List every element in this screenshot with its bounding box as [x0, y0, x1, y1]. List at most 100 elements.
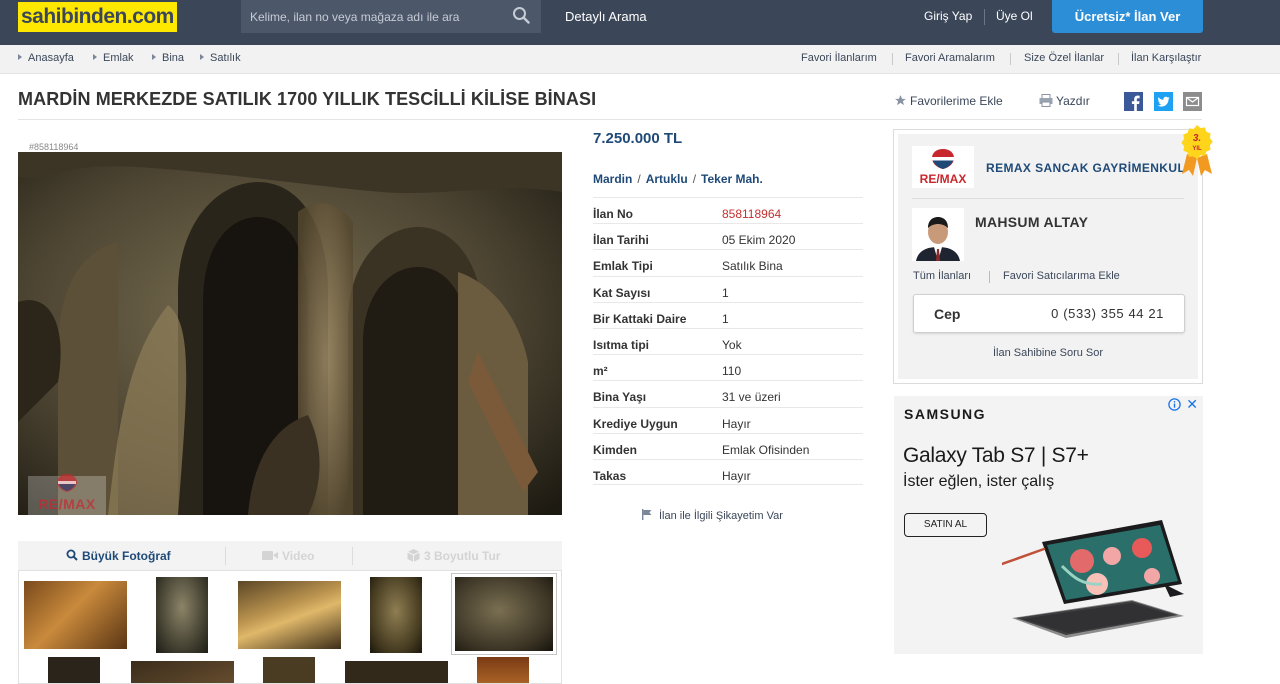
search-input[interactable] [241, 0, 501, 33]
login-link[interactable]: Giriş Yap [924, 9, 972, 23]
add-favorite-link[interactable]: Favorilerime Ekle [894, 94, 1003, 108]
ad-buy-button[interactable]: SATIN AL [904, 513, 987, 537]
thumbnail[interactable] [156, 577, 208, 653]
search-icon[interactable] [512, 6, 530, 24]
detail-row: Krediye Uygun Hayır [593, 406, 863, 433]
thumbnail[interactable] [345, 661, 448, 683]
divider [352, 547, 353, 565]
compare-listings-link[interactable]: İlan Karşılaştır [1131, 52, 1201, 64]
detail-row: Kat Sayısı 1 [593, 275, 863, 302]
complaint-label: İlan ile İlgili Şikayetim Var [659, 510, 783, 522]
location-district-link[interactable]: Artuklu [646, 172, 688, 186]
site-logo[interactable]: sahibinden.com [18, 2, 177, 32]
divider [1118, 53, 1119, 65]
detail-row: m² 110 [593, 354, 863, 380]
thumbnail-selected[interactable] [451, 573, 557, 655]
close-icon[interactable]: ✕ [1186, 396, 1198, 413]
phone-label: Cep [934, 306, 961, 322]
thumbnail[interactable] [238, 581, 341, 649]
complaint-link[interactable]: İlan ile İlgili Şikayetim Var [641, 509, 783, 522]
tab-video-label: Video [282, 549, 315, 563]
print-link[interactable]: Yazdır [1039, 94, 1090, 108]
detail-value: 31 ve üzeri [722, 390, 781, 405]
thumbnail[interactable] [370, 577, 422, 653]
seller-card-inner: RE/MAX REMAX SANCAK GAYRİMENKUL MAHSUM A… [898, 134, 1198, 379]
thumbnail[interactable] [131, 661, 234, 683]
breadcrumb-item[interactable]: Emlak [93, 52, 134, 64]
phone-number: 0 (533) 355 44 21 [1051, 306, 1164, 321]
chevron-right-icon [200, 54, 204, 60]
register-link[interactable]: Üye Ol [996, 9, 1033, 23]
seller-firm-name[interactable]: REMAX SANCAK GAYRİMENKUL [986, 161, 1185, 175]
avatar [912, 208, 964, 261]
thumbnail[interactable] [24, 581, 127, 649]
listing-price: 7.250.000 TL [593, 130, 683, 147]
breadcrumb-item[interactable]: Satılık [200, 52, 241, 64]
info-icon[interactable] [1168, 398, 1181, 411]
thumbnail[interactable] [48, 657, 100, 683]
detailed-search-link[interactable]: Detaylı Arama [565, 9, 647, 24]
remax-logo[interactable]: RE/MAX [912, 146, 974, 188]
phone-box[interactable]: Cep 0 (533) 355 44 21 [913, 294, 1185, 333]
membership-badge: 3. YIL [1181, 125, 1213, 176]
special-listings-link[interactable]: Size Özel İlanlar [1024, 52, 1104, 64]
flag-icon [642, 509, 652, 520]
tab-large-photo-label: Büyük Fotoğraf [82, 549, 171, 563]
ad-brand: SAMSUNG [904, 406, 987, 422]
detail-key: Isıtma tipi [593, 337, 650, 352]
thumbnail[interactable] [477, 657, 529, 683]
badge-year: 3. [1193, 133, 1201, 144]
breadcrumb-label: Anasayfa [28, 52, 74, 64]
breadcrumb-label: Bina [162, 52, 185, 64]
divider [984, 9, 985, 25]
detail-row: Takas Hayır [593, 458, 863, 486]
location-neighborhood-link[interactable]: Teker Mah. [701, 172, 763, 186]
detail-value: 1 [722, 311, 729, 326]
thumbnail-image [455, 577, 553, 651]
main-photo[interactable]: RE/MAX [18, 152, 562, 515]
listing-id-label: #858118964 [29, 142, 79, 152]
facebook-icon[interactable] [1124, 92, 1143, 111]
tab-video[interactable]: Video [262, 549, 314, 563]
divider [1010, 53, 1011, 65]
advertisement[interactable]: SAMSUNG ✕ Galaxy Tab S7 | S7+ İster eğle… [894, 396, 1203, 654]
favorite-searches-link[interactable]: Favori Aramalarım [905, 52, 995, 64]
detail-key: İlan Tarihi [593, 233, 649, 248]
divider [18, 119, 1202, 120]
seller-card: RE/MAX REMAX SANCAK GAYRİMENKUL MAHSUM A… [893, 129, 1203, 384]
ad-product: Galaxy Tab S7 | S7+ [903, 444, 1089, 467]
chevron-right-icon [18, 54, 22, 60]
agent-name: MAHSUM ALTAY [975, 214, 1089, 230]
detail-value: Satılık Bina [722, 259, 783, 274]
detail-key: Kimden [593, 442, 638, 457]
all-listings-link[interactable]: Tüm İlanları [913, 270, 971, 282]
favorite-listings-link[interactable]: Favori İlanlarım [801, 52, 877, 64]
ask-seller-link[interactable]: İlan Sahibine Soru Sor [898, 347, 1198, 359]
watermark-text: RE/MAX [38, 496, 96, 512]
mail-icon[interactable] [1183, 92, 1202, 111]
divider [892, 53, 893, 65]
add-favorite-seller-link[interactable]: Favori Satıcılarıma Ekle [1003, 270, 1120, 282]
detail-row: Isıtma tipi Yok [593, 327, 863, 354]
add-favorite-label: Favorilerime Ekle [910, 94, 1003, 108]
thumbnail-strip [18, 571, 562, 684]
post-ad-button[interactable]: Ücretsiz* İlan Ver [1052, 0, 1203, 33]
detail-value: Hayır [722, 416, 751, 431]
breadcrumb-item[interactable]: Bina [152, 52, 184, 64]
detail-key: Bir Kattaki Daire [593, 311, 687, 326]
video-camera-icon [262, 551, 278, 560]
watermark: RE/MAX [28, 474, 106, 511]
tab-large-photo[interactable]: Büyük Fotoğraf [66, 549, 171, 563]
detail-row: Bina Yaşı 31 ve üzeri [593, 380, 863, 406]
detail-key: m² [593, 364, 608, 379]
tab-3d-tour[interactable]: 3 Boyutlu Tur [407, 549, 500, 563]
balloon-icon: RE/MAX [920, 149, 966, 186]
printer-icon [1039, 94, 1053, 107]
twitter-icon[interactable] [1154, 92, 1173, 111]
thumbnail[interactable] [263, 657, 315, 683]
detail-value: 05 Ekim 2020 [722, 233, 796, 248]
location-city-link[interactable]: Mardin [593, 172, 632, 186]
detail-value: Hayır [722, 468, 751, 483]
detail-key: İlan No [593, 207, 634, 221]
breadcrumb-item[interactable]: Anasayfa [18, 52, 74, 64]
